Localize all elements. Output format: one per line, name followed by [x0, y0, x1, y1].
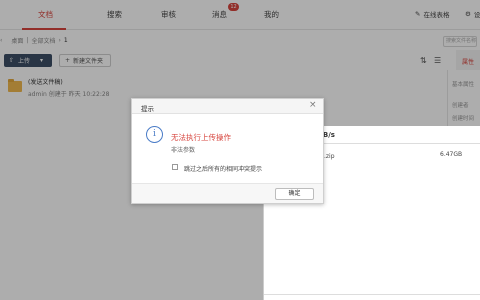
divider: [264, 294, 480, 295]
close-icon[interactable]: ×: [309, 101, 317, 110]
dialog-title: 提示: [141, 105, 154, 113]
dialog-header: 提示 ×: [132, 99, 323, 114]
dialog-message: 无法执行上传操作: [171, 133, 231, 142]
ok-button[interactable]: 确定: [275, 188, 314, 200]
skip-conflicts-checkbox[interactable]: [172, 164, 178, 170]
upload-file-size: 6.47GB: [440, 151, 463, 158]
alert-dialog: 提示 × i 无法执行上传操作 非法参数 跳过之后所有的相同冲突提示 确定: [131, 98, 324, 204]
skip-conflicts-label[interactable]: 跳过之后所有的相同冲突提示: [184, 164, 262, 173]
dialog-detail: 非法参数: [171, 147, 196, 154]
info-icon: i: [146, 126, 163, 143]
dialog-footer: 确定: [132, 183, 323, 203]
